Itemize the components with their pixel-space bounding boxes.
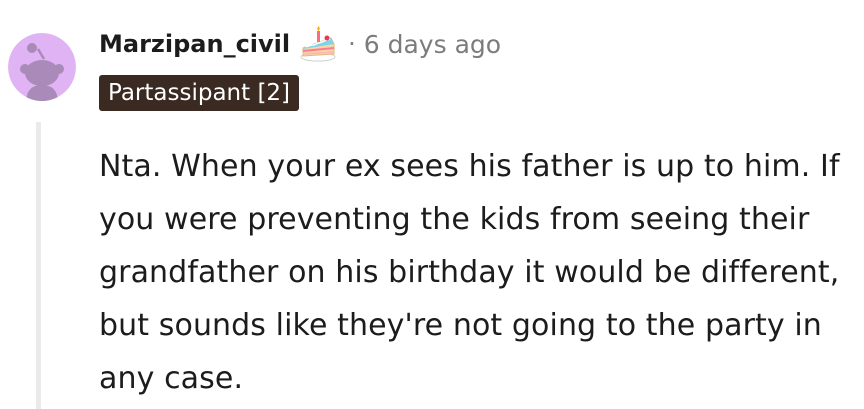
user-avatar[interactable] bbox=[8, 33, 76, 101]
snoo-avatar-icon bbox=[8, 33, 76, 101]
comment: Marzipan_civil · 6 days ago Partassipant… bbox=[0, 0, 864, 409]
header-separator: · bbox=[348, 30, 356, 58]
comment-timestamp[interactable]: 6 days ago bbox=[364, 30, 501, 59]
thread-collapse-line[interactable] bbox=[36, 122, 41, 409]
comment-body: Nta. When your ex sees his father is up … bbox=[99, 149, 840, 396]
comment-header: Marzipan_civil · 6 days ago bbox=[99, 26, 501, 62]
username-link[interactable]: Marzipan_civil bbox=[99, 30, 290, 58]
cake-day-icon bbox=[298, 24, 338, 64]
user-flair: Partassipant [2] bbox=[99, 75, 300, 111]
